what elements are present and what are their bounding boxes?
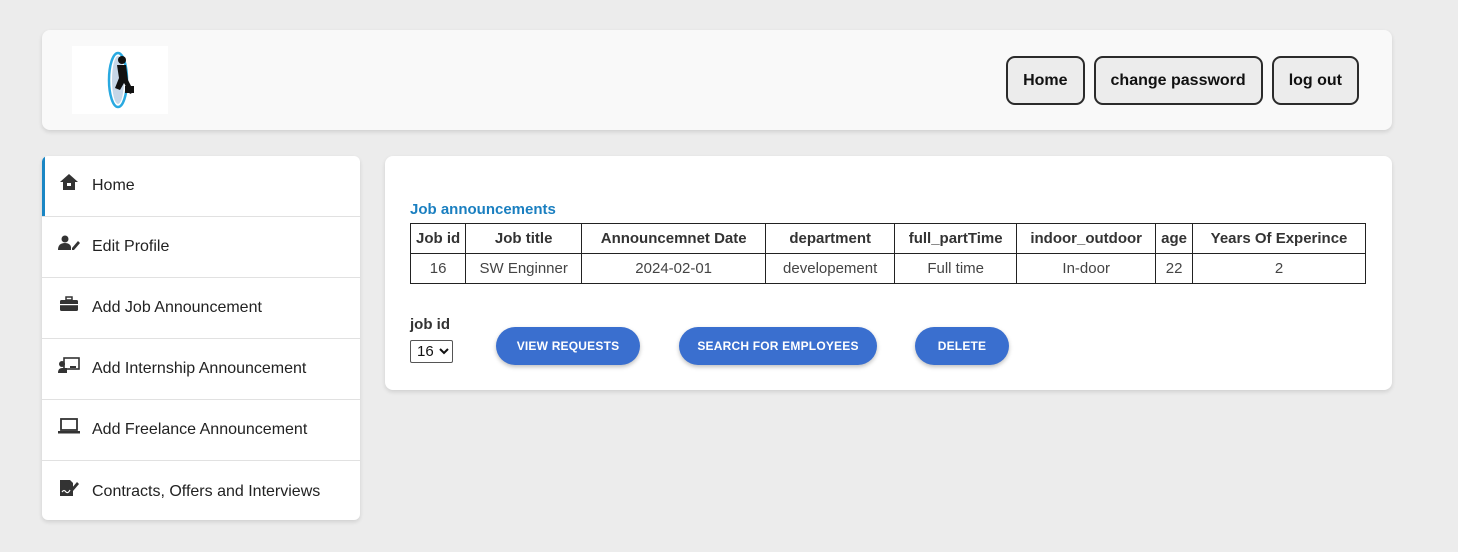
table-row[interactable]: 16 SW Enginner 2024-02-01 developement F… [409,253,1367,284]
section-title: Job announcements [410,201,556,218]
job-id-select[interactable]: 16 [410,340,453,363]
sidebar-item-label: Add Internship Announcement [92,360,307,377]
main-panel: Job announcements Job id Job title Annou… [385,156,1392,390]
file-signature-icon [58,478,80,498]
sidebar-item-label: Add Job Announcement [92,299,262,316]
sidebar-item-label: Home [92,177,135,194]
header-nav: Home change password log out [1006,56,1359,105]
column-header: Job title [465,223,583,254]
logout-button[interactable]: log out [1271,56,1359,105]
top-header: Home change password log out [42,30,1392,130]
job-announcements-table: Job id Job title Announcemnet Date depar… [409,223,1367,284]
sidebar-item-contracts[interactable]: Contracts, Offers and Interviews [42,461,360,520]
home-icon [58,172,80,192]
sidebar-item-add-job[interactable]: Add Job Announcement [42,278,360,339]
table-header-row: Job id Job title Announcemnet Date depar… [409,223,1367,254]
sidebar-item-label: Edit Profile [92,238,170,255]
search-employees-button[interactable]: SEARCH FOR EMPLOYEES [679,327,877,365]
table-cell: Full time [894,253,1018,284]
chalkboard-teacher-icon [58,355,80,375]
home-button[interactable]: Home [1006,56,1085,105]
logo [72,46,168,114]
table-cell: developement [765,253,896,284]
table-cell: SW Enginner [465,253,583,284]
view-requests-button[interactable]: VIEW REQUESTS [496,327,640,365]
column-header: full_partTime [894,223,1018,254]
column-header: indoor_outdoor [1016,223,1157,254]
job-id-label: job id [410,316,450,333]
briefcase-icon [58,294,80,314]
sidebar-item-add-freelance[interactable]: Add Freelance Announcement [42,400,360,461]
logo-icon [107,51,134,109]
table-cell: 16 [409,253,467,284]
laptop-icon [58,416,80,436]
sidebar: Home Edit Profile Add Job Announcement A… [42,156,360,520]
user-edit-icon [58,233,80,253]
column-header: Job id [409,223,467,254]
column-header: Years Of Experince [1192,223,1367,254]
column-header: age [1155,223,1194,254]
table-cell: 22 [1155,253,1194,284]
table-cell: 2024-02-01 [581,253,767,284]
column-header: Announcemnet Date [581,223,767,254]
sidebar-item-add-internship[interactable]: Add Internship Announcement [42,339,360,400]
sidebar-item-home[interactable]: Home [42,156,360,217]
table-cell: 2 [1192,253,1367,284]
change-password-button[interactable]: change password [1093,56,1263,105]
table-cell: In-door [1016,253,1157,284]
sidebar-item-label: Add Freelance Announcement [92,421,308,438]
sidebar-item-label: Contracts, Offers and Interviews [92,482,321,500]
delete-button[interactable]: DELETE [915,327,1009,365]
column-header: department [765,223,896,254]
sidebar-item-edit-profile[interactable]: Edit Profile [42,217,360,278]
